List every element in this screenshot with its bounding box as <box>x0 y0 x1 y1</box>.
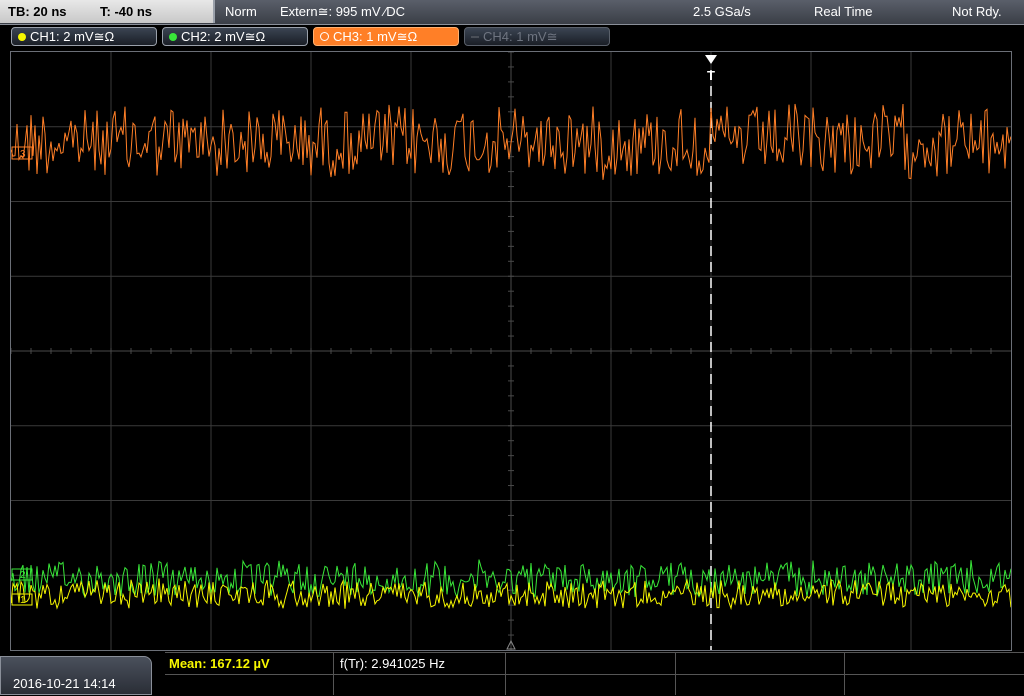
trigger-mode[interactable]: Norm <box>225 4 257 19</box>
status-bar: TB: 20 ns T: -40 ns Norm Extern≅: 995 mV… <box>0 0 1024 25</box>
trigger-position-icon <box>705 55 717 64</box>
datetime-value: 2016-10-21 14:14 <box>13 676 116 691</box>
measurement-cell-9[interactable] <box>676 674 845 695</box>
channel-1-label: CH1: 2 mV≅Ω <box>30 29 115 44</box>
measurement-cell-5[interactable] <box>845 653 1024 674</box>
waveform-display[interactable]: T 3 2 1 <box>10 51 1012 651</box>
ch3-level-marker-text: 3 <box>20 149 26 160</box>
measurement-cell-3[interactable] <box>506 653 676 674</box>
measurement-table[interactable]: Mean: 167.12 µV f(Tr): 2.941025 Hz <box>165 652 1024 696</box>
channel-1-button[interactable]: CH1: 2 mV≅Ω <box>11 27 157 46</box>
measurement-cell-4[interactable] <box>676 653 845 674</box>
ch1-color-dot <box>18 33 26 41</box>
trigger-time-value: T: -40 ns <box>100 4 153 19</box>
ch1-level-marker-text: 1 <box>20 595 26 606</box>
channel-2-button[interactable]: CH2: 2 mV≅Ω <box>162 27 308 46</box>
measurement-frequency: f(Tr): 2.941025 Hz <box>340 656 446 671</box>
graticule-svg: T 3 2 1 <box>11 52 1011 650</box>
measurement-cell-2[interactable]: f(Tr): 2.941025 Hz <box>334 653 506 674</box>
timebase-box[interactable]: TB: 20 ns T: -40 ns <box>0 0 215 23</box>
ch3-color-dot <box>320 32 329 41</box>
measurement-cell-7[interactable] <box>334 674 506 695</box>
measurement-cell-1[interactable]: Mean: 167.12 µV <box>165 653 334 674</box>
channel-bar: CH1: 2 mV≅Ω CH2: 2 mV≅Ω CH3: 1 mV≅Ω CH4:… <box>0 25 1024 48</box>
footer-bar: 2016-10-21 14:14 Mean: 167.12 µV f(Tr): … <box>0 652 1024 695</box>
channel-3-label: CH3: 1 mV≅Ω <box>333 29 418 44</box>
datetime-box[interactable]: 2016-10-21 14:14 <box>0 656 152 695</box>
acquisition-mode[interactable]: Real Time <box>814 4 873 19</box>
ch4-off-icon <box>471 36 479 38</box>
channel-4-button[interactable]: CH4: 1 mV≅ <box>464 27 610 46</box>
channel-2-label: CH2: 2 mV≅Ω <box>181 29 266 44</box>
acquisition-state: Not Rdy. <box>952 4 1002 19</box>
trigger-marker-label: T <box>707 68 715 83</box>
ch2-level-marker-text: 2 <box>20 570 26 581</box>
measurement-cell-10[interactable] <box>845 674 1024 695</box>
channel-3-button[interactable]: CH3: 1 mV≅Ω <box>313 27 459 46</box>
measurement-mean: Mean: 167.12 µV <box>169 656 270 671</box>
channel-4-label: CH4: 1 mV≅ <box>483 29 558 44</box>
timebase-value: TB: 20 ns <box>8 4 67 19</box>
sample-rate: 2.5 GSa/s <box>693 4 751 19</box>
measurement-cell-8[interactable] <box>506 674 676 695</box>
trigger-source[interactable]: Extern≅: 995 mV ∕DC <box>280 4 405 20</box>
ch2-color-dot <box>169 33 177 41</box>
measurement-cell-6[interactable] <box>165 674 334 695</box>
